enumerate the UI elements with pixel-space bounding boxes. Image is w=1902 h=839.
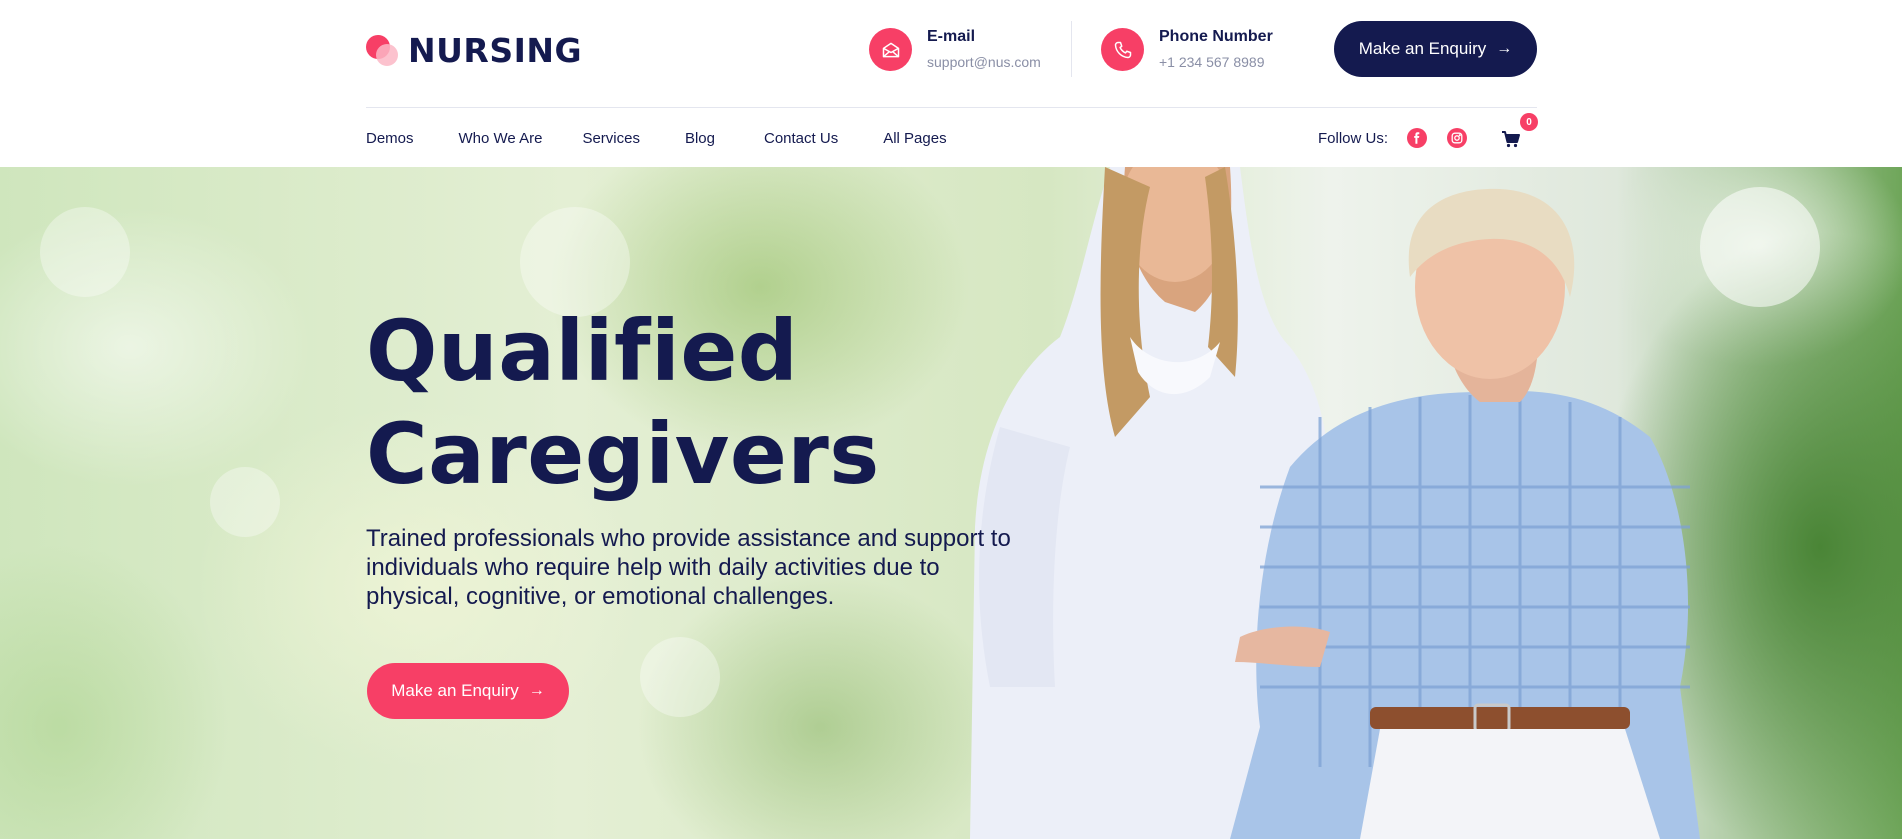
follow-us-label: Follow Us: [1318, 129, 1389, 147]
logo-mark-icon [366, 33, 400, 67]
arrow-right-icon: → [528, 682, 545, 699]
nav-item-all-pages[interactable]: All Pages [883, 130, 946, 147]
nav-item-services[interactable]: Services [582, 130, 640, 147]
hero-title-line-2: Caregivers [366, 405, 880, 503]
arrow-right-icon: → [1496, 40, 1513, 57]
hero-title: Qualified Caregivers [366, 300, 880, 506]
cart-count-badge: 0 [1520, 113, 1538, 131]
hero-title-line-1: Qualified [366, 302, 799, 400]
phone-icon [1101, 28, 1144, 71]
header-enquiry-label: Make an Enquiry [1358, 39, 1487, 58]
header-enquiry-button[interactable]: Make an Enquiry → [1334, 21, 1537, 77]
envelope-icon [869, 28, 912, 71]
nav-item-contact-us[interactable]: Contact Us [764, 130, 838, 147]
hero-section: Qualified Caregivers Trained professiona… [0, 167, 1902, 839]
instagram-icon[interactable] [1447, 128, 1467, 148]
cart-icon[interactable] [1500, 128, 1522, 150]
nav-item-demos[interactable]: Demos [366, 130, 414, 147]
facebook-icon[interactable] [1407, 128, 1427, 148]
contact-email: E-mail support@nus.com [869, 27, 1041, 72]
hero-enquiry-button[interactable]: Make an Enquiry → [367, 663, 569, 719]
phone-label: Phone Number [1159, 28, 1273, 45]
hero-subtitle: Trained professionals who provide assist… [366, 525, 1011, 610]
header-separator [366, 107, 1537, 108]
header-divider [1071, 21, 1072, 77]
site-header: NURSING E-mail support@nus.com Phone Num… [0, 0, 1902, 167]
phone-value[interactable]: +1 234 567 8989 [1159, 52, 1273, 72]
contact-phone: Phone Number +1 234 567 8989 [1101, 27, 1273, 72]
email-value[interactable]: support@nus.com [927, 52, 1041, 72]
hero-enquiry-label: Make an Enquiry [391, 681, 519, 700]
nav-item-who-we-are[interactable]: Who We Are [459, 130, 543, 147]
main-nav: Demos Who We Are Services Blog Contact U… [366, 127, 947, 149]
caregiver-photo [970, 167, 1700, 839]
site-logo[interactable]: NURSING [366, 30, 582, 70]
logo-text: NURSING [408, 30, 583, 70]
email-label: E-mail [927, 28, 976, 45]
nav-item-blog[interactable]: Blog [685, 130, 715, 147]
